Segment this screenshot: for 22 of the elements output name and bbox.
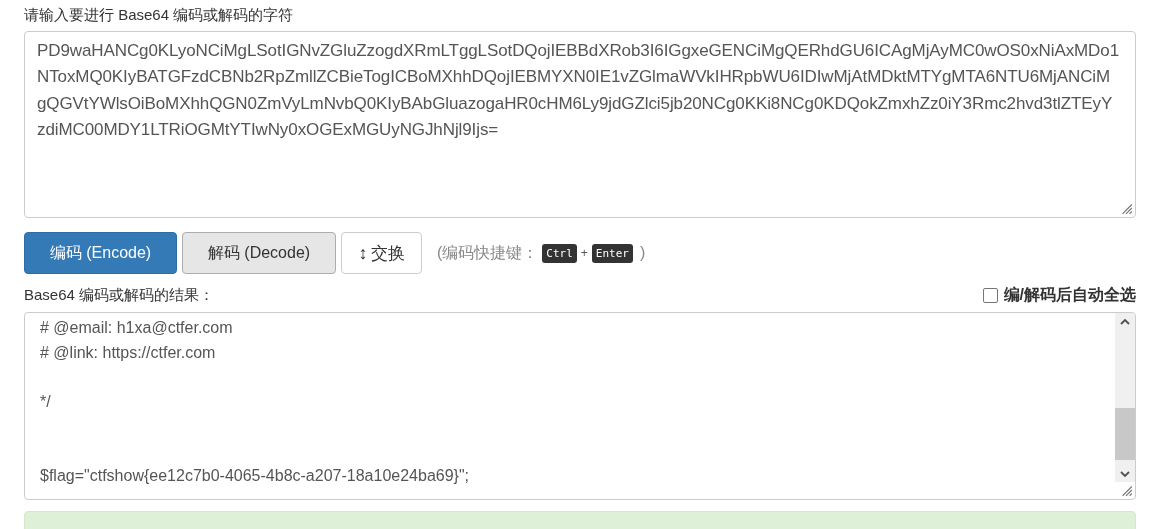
- auto-select-label[interactable]: 编/解码后自动全选: [1003, 284, 1136, 306]
- encode-button[interactable]: 编码 (Encode): [24, 232, 177, 274]
- input-text: PD9waHANCg0KLyoNCiMgLSotIGNvZGluZzogdXRmLTggLSotDQojIEBBdXRob3I6IGgxeGENCiMgQERhdGU6ICAgMjAyMC0wOS0xNiAxMDo1NToxMQ0KIyBATGFzdCBNb2RpZmllZCBieTogICBoMXhhDQojIEBMYXN0IE1vZGlmaWVkIHRpbWU6IDIwMjAtMDktMTYgMTA6NTU6MjANCiMgQGVtYWlsOiBoMXhhQGN0ZmVyLmNvbQ0KIyBAbGluazogaHR0cHM6Ly9jdGZlci5jb20NCg0KKi8NCg0KDQokZmxhZz0iY3Rmc2hvd3tlZTEyYzdiMC00MDY1LTRiOGMtYTIwNy0xOGExMGUyNGJhNjl9Ijs=: [37, 40, 1119, 141]
- output-text: # @email: h1xa@ctfer.com # @link: https://ctfer.com */ $flag="ctfshow{ee12c7b0-4065-4b8c-a207-18a10e24ba69}";: [40, 318, 471, 487]
- resize-handle-icon[interactable]: [1119, 201, 1133, 215]
- decode-button[interactable]: 解码 (Decode): [182, 232, 336, 274]
- scroll-up-icon[interactable]: [1120, 318, 1130, 325]
- result-label: Base64 编码或解码的结果：: [24, 285, 215, 305]
- output-textarea[interactable]: # @email: h1xa@ctfer.com # @link: https://ctfer.com */ $flag="ctfshow{ee12c7b0-4065-4b8c-a207-18a10e24ba69}";: [24, 312, 1136, 500]
- input-textarea[interactable]: [24, 31, 1136, 218]
- auto-select-checkbox[interactable]: [982, 287, 998, 303]
- resize-handle-icon[interactable]: [1119, 483, 1133, 497]
- key-label: Ctrl: [542, 243, 577, 263]
- scroll-down-icon[interactable]: [1120, 470, 1130, 477]
- shortcut-hint: (编码快捷键：: [437, 242, 539, 263]
- swap-button[interactable]: ↕ 交换: [341, 232, 422, 274]
- key-label: Enter: [591, 243, 633, 263]
- scrollbar[interactable]: [1115, 313, 1135, 482]
- scrollbar-thumb[interactable]: [1115, 408, 1135, 460]
- input-label: 请输入要进行 Base64 编码或解码的字符: [24, 5, 295, 25]
- plus-sign: +: [580, 246, 588, 260]
- shortcut-hint: ): [639, 244, 646, 262]
